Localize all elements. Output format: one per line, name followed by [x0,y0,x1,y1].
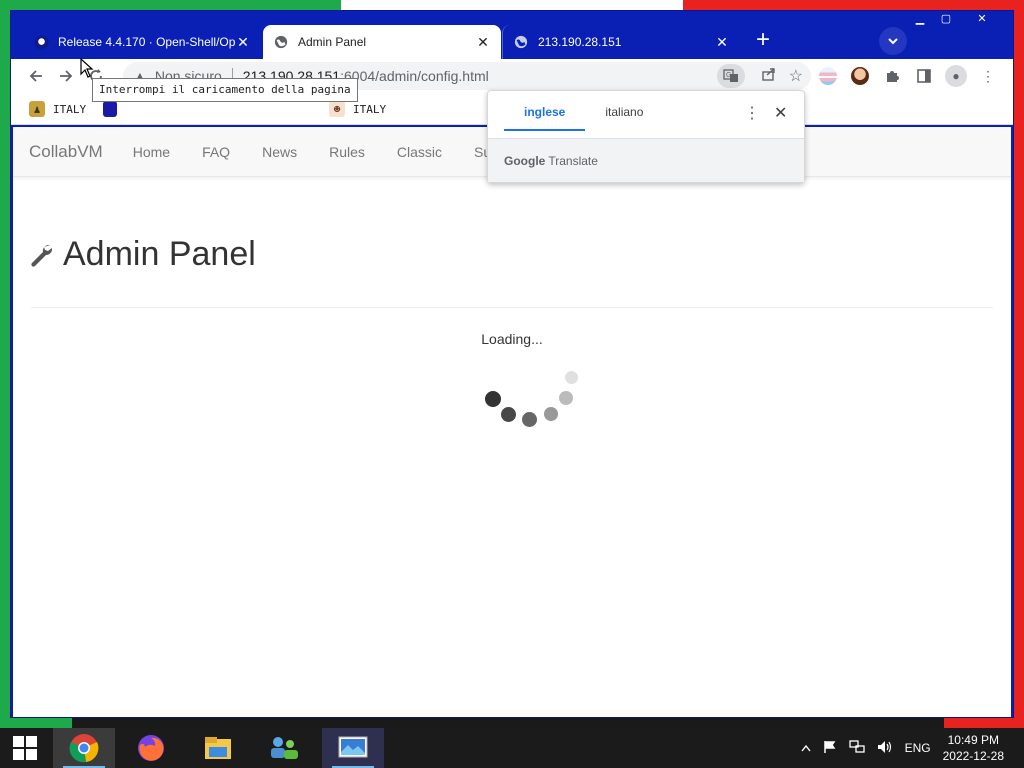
close-icon[interactable]: ✕ [959,11,1005,27]
side-panel-icon[interactable] [911,63,937,89]
translate-footer: Google Translate [488,138,804,182]
chrome-icon[interactable] [53,728,115,768]
windows-start-icon[interactable] [0,728,50,768]
language-indicator[interactable]: ENG [905,741,931,755]
site-brand[interactable]: CollabVM [29,142,103,162]
more-options-icon[interactable]: ⋮ [744,103,760,123]
extension-flag-icon[interactable] [815,63,841,89]
new-tab-button[interactable]: + [749,27,777,55]
bookmark-label: ITALY [353,102,387,116]
file-explorer-icon[interactable] [187,728,249,768]
close-icon[interactable]: ✕ [774,103,787,123]
spinner-dot [485,391,501,407]
tab-admin-panel[interactable]: Admin Panel ✕ [263,25,501,59]
translate-tab-inglese[interactable]: inglese [504,105,586,131]
spinner-dot [559,391,573,405]
translate-tab-italiano[interactable]: italiano [585,105,663,131]
spinner-dot [522,412,537,427]
tab-title: Release 4.4.170 · Open-Shell/Ope [58,35,235,49]
remote-desktop-icon[interactable] [322,728,384,768]
close-tab-icon[interactable]: ✕ [235,34,251,50]
tab-title: Admin Panel [298,35,367,49]
clock-date: 2022-12-28 [942,749,1004,763]
nav-link-news[interactable]: News [262,144,297,160]
page-viewport: CollabVM Home FAQ News Rules Classic Su … [13,127,1011,717]
forward-icon[interactable] [51,61,81,91]
title-divider [31,307,993,308]
chevron-up-icon[interactable] [801,741,811,755]
translate-popup: inglese italiano ⋮ ✕ Google Translate [487,90,805,183]
mouse-cursor-icon [80,57,94,83]
maximize-icon[interactable]: ▢ [933,11,959,27]
face-icon: ☻ [329,101,345,117]
tab-open-shell-release[interactable]: Release 4.4.170 · Open-Shell/Ope ✕ [23,25,261,59]
page-title-text: Admin Panel [63,235,256,273]
windows-taskbar: ENG 10:49 PM 2022-12-28 [0,728,1024,768]
wrench-icon [29,241,55,269]
bookmark-item[interactable]: ☻ ITALY [329,101,386,117]
nav-link-rules[interactable]: Rules [329,144,365,160]
bookmark-item[interactable]: ♟ ITALY [29,101,86,117]
spinner-dot [544,407,558,421]
bookmark-label: ITALY [53,102,87,116]
spinner-dot [501,407,516,422]
back-icon[interactable] [21,61,51,91]
google-logo: Google [504,153,546,168]
loading-spinner [473,367,583,437]
translate-icon[interactable]: G [717,64,745,88]
flag-icon [103,101,117,117]
translate-language-tabs: inglese italiano [504,105,663,131]
puzzle-icon[interactable] [879,63,905,89]
extension-avatar-icon[interactable] [847,63,873,89]
person-icon: ● [945,65,967,87]
translate-brand: Translate [548,153,598,168]
close-tab-icon[interactable]: ✕ [475,34,491,50]
network-status-icon[interactable] [848,739,865,757]
url-path[interactable]: :6004/admin/config.html [340,68,489,84]
clock[interactable]: 10:49 PM 2022-12-28 [943,732,1004,764]
globe-icon [513,34,529,50]
close-tab-icon[interactable]: ✕ [714,34,730,50]
window-controls: ▁ ▢ ✕ [907,11,1005,27]
system-tray: ENG 10:49 PM 2022-12-28 [801,728,1004,768]
profile-button[interactable]: ● [943,63,969,89]
tooltip: Interrompi il caricamento della pagina [92,78,358,102]
github-icon [33,34,49,50]
tab-strip: Release 4.4.170 · Open-Shell/Ope ✕ Admin… [11,11,1013,59]
chevron-down-icon[interactable] [879,27,907,55]
tab-title: 213.190.28.151 [538,35,622,49]
tab-ip-address[interactable]: 213.190.28.151 ✕ [502,25,740,59]
loading-text: Loading... [481,331,543,347]
nav-link-classic[interactable]: Classic [397,144,442,160]
globe-icon [273,34,289,50]
volume-icon[interactable] [877,740,893,757]
minimize-icon[interactable]: ▁ [907,11,933,27]
firefox-icon[interactable] [120,728,182,768]
nav-link-faq[interactable]: FAQ [202,144,230,160]
page-title: Admin Panel [29,235,256,274]
flag-icon[interactable] [823,740,837,757]
menu-kebab-icon[interactable]: ⋮ [975,63,1001,89]
clock-time: 10:49 PM [947,733,999,747]
extensions-area: ● ⋮ [815,62,1001,90]
bookmark-item[interactable] [103,101,125,117]
user-icon: ♟ [29,101,45,117]
share-icon[interactable] [761,66,777,86]
nav-link-home[interactable]: Home [133,144,170,160]
bookmark-star-icon[interactable]: ☆ [789,66,803,86]
taskbar-shadow [72,718,944,728]
network-icon[interactable] [253,728,315,768]
spinner-dot [565,371,578,384]
